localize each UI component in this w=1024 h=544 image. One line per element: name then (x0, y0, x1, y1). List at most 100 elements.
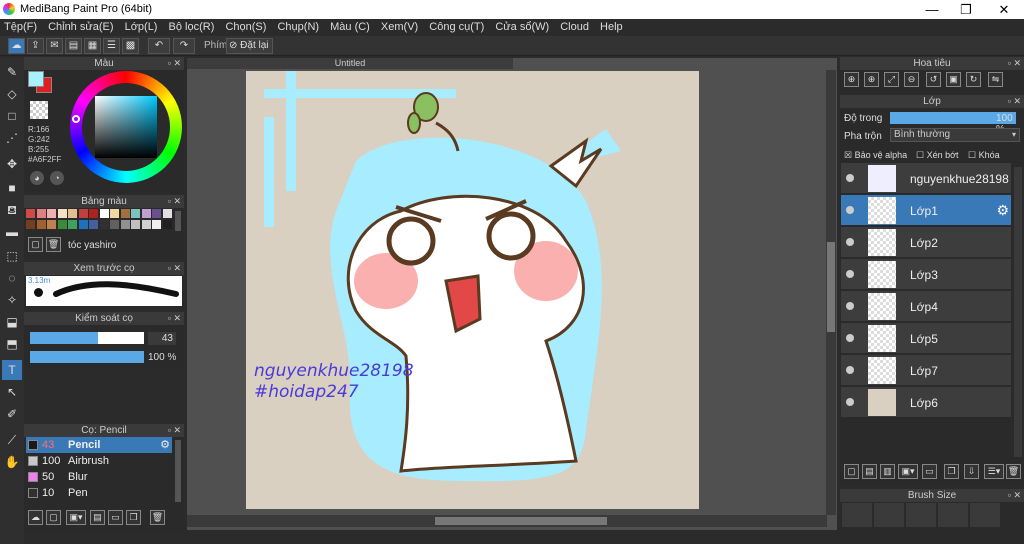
horizontal-scroll-thumb[interactable] (435, 517, 607, 525)
palette-swatch[interactable] (68, 209, 77, 218)
fill-rect-icon[interactable]: ■ (2, 178, 22, 198)
rotate-left-icon[interactable]: ↺ (926, 72, 941, 87)
palette-swatch[interactable] (99, 220, 109, 229)
delete-palette-icon[interactable]: 🗑 (46, 237, 61, 252)
palette-swatch[interactable] (89, 209, 98, 218)
hue-ring[interactable] (70, 71, 182, 183)
move-tool-icon[interactable]: ✥ (2, 154, 22, 174)
gear-icon[interactable]: ⚙ (160, 438, 170, 451)
document-tab[interactable]: Untitled (187, 58, 513, 69)
layer-row[interactable]: Lớp5 (841, 323, 1011, 354)
visibility-icon[interactable] (846, 174, 854, 182)
reset-button[interactable]: ⊘ Đặt lại (226, 38, 273, 54)
delete-layer-icon[interactable]: 🗑 (1006, 464, 1021, 479)
brush-item-pen[interactable]: 10 Pen (26, 485, 172, 501)
brush-size-preset[interactable] (970, 503, 1000, 527)
layer-row[interactable]: Lớp4 (841, 291, 1011, 322)
panel-close-icon[interactable]: ▫ ✕ (168, 424, 181, 437)
protect-alpha-checkbox[interactable]: ☒ Bảo vệ alpha (844, 150, 907, 161)
menu-file[interactable]: Tệp(F) (0, 19, 41, 35)
panel-close-icon[interactable]: ▫ ✕ (168, 57, 181, 70)
layer-menu-icon[interactable]: ☰▾ (984, 464, 1004, 479)
zoom-out-icon[interactable]: ⊖ (904, 72, 919, 87)
menu-tools[interactable]: Công cụ(T) (425, 19, 488, 35)
palette-swatch[interactable] (36, 209, 46, 218)
color-mode-icon[interactable]: ◔ (50, 171, 64, 185)
hand-icon[interactable]: ✋ (2, 452, 22, 472)
delete-brush-icon[interactable]: 🗑 (150, 510, 165, 525)
brush-settings-icon[interactable]: ▤ (90, 510, 105, 525)
eraser-tool-icon[interactable]: ◇ (2, 84, 22, 104)
palette-swatch[interactable] (152, 220, 161, 229)
brush-item-airbrush[interactable]: 100 Airbrush (26, 453, 172, 469)
visibility-icon[interactable] (846, 206, 854, 214)
panel-close-icon[interactable]: ▫ ✕ (168, 195, 181, 208)
visibility-icon[interactable] (846, 366, 854, 374)
palette-swatch[interactable] (78, 220, 88, 229)
transparent-swatch[interactable] (30, 101, 48, 119)
brush-size-preset[interactable] (906, 503, 936, 527)
add-layer-menu-icon[interactable]: ▣▾ (898, 464, 918, 479)
menu-color[interactable]: Màu (C) (326, 19, 374, 35)
foreground-color-swatch[interactable] (28, 71, 44, 87)
rect-tool-icon[interactable]: □ (2, 106, 22, 126)
palette-swatch[interactable] (152, 209, 161, 218)
menu-window[interactable]: Cửa sổ(W) (491, 19, 553, 35)
palette-swatch[interactable] (131, 220, 140, 229)
menu-layer[interactable]: Lớp(L) (121, 19, 162, 35)
palette-swatch[interactable] (57, 220, 67, 229)
grid-icon[interactable]: ▩ (122, 38, 139, 54)
rotate-right-icon[interactable]: ↻ (966, 72, 981, 87)
visibility-icon[interactable] (846, 334, 854, 342)
brush-size-preset[interactable] (938, 503, 968, 527)
new-palette-icon[interactable]: ▢ (28, 237, 43, 252)
layer-row[interactable]: Lớp3 (841, 259, 1011, 290)
clipping-checkbox[interactable]: ☐ Xén bớt (916, 150, 959, 161)
copy-brush-icon[interactable]: ❐ (126, 510, 141, 525)
palette-swatch[interactable] (89, 220, 98, 229)
saturation-square[interactable] (95, 96, 157, 158)
brush-size-slider[interactable] (30, 332, 144, 344)
add-brush-icon[interactable]: ▣▾ (66, 510, 86, 525)
comment-icon[interactable]: ✉ (46, 38, 63, 54)
brush-size-value[interactable]: 43 (148, 332, 176, 345)
new-brush-icon[interactable]: ▢ (46, 510, 61, 525)
layer-folder-icon[interactable]: ▭ (922, 464, 937, 479)
list-icon[interactable]: ☰ (103, 38, 120, 54)
palette-swatch[interactable] (141, 220, 151, 229)
palette-swatch[interactable] (162, 220, 172, 229)
layer-row[interactable]: Lớp2 (841, 227, 1011, 258)
visibility-icon[interactable] (846, 270, 854, 278)
brush-size-preset[interactable] (842, 503, 872, 527)
canvas-vertical-scrollbar[interactable] (826, 70, 836, 515)
duplicate-layer-icon[interactable]: ❐ (944, 464, 959, 479)
minimize-button[interactable]: — (914, 0, 950, 19)
select-eraser-icon[interactable]: ⬒ (2, 334, 22, 354)
canvas-horizontal-scrollbar[interactable] (187, 515, 827, 527)
hue-marker[interactable] (72, 115, 80, 123)
panel-close-icon[interactable]: ▫ ✕ (1008, 57, 1021, 70)
brush-size-preset[interactable] (874, 503, 904, 527)
visibility-icon[interactable] (846, 302, 854, 310)
dot-tool-icon[interactable]: ⋰ (2, 128, 22, 148)
palette-swatch[interactable] (162, 209, 172, 218)
undo-icon[interactable]: ↶ (148, 38, 170, 54)
gradient-icon[interactable]: ▬ (2, 222, 22, 242)
palette-swatch[interactable] (47, 220, 56, 229)
gear-icon[interactable]: ⚙ (996, 202, 1009, 219)
cloud-brush-icon[interactable]: ☁ (28, 510, 43, 525)
palette-swatch[interactable] (26, 209, 35, 218)
layer-row-selected[interactable]: Lớp1 ⚙ (841, 195, 1011, 226)
zoom-in-icon[interactable]: ⊕ (844, 72, 859, 87)
new-8bit-layer-icon[interactable]: ▥ (880, 464, 895, 479)
image-icon[interactable]: ▤ (65, 38, 82, 54)
layer-list-scrollbar[interactable] (1014, 167, 1022, 457)
visibility-icon[interactable] (846, 238, 854, 246)
lock-checkbox[interactable]: ☐ Khóa (968, 150, 1000, 161)
bucket-icon[interactable]: ⛾ (2, 200, 22, 220)
fit-icon[interactable]: ⤢ (884, 72, 899, 87)
panel-close-icon[interactable]: ▫ ✕ (168, 262, 181, 275)
palette-swatch[interactable] (131, 209, 140, 218)
palette-swatch[interactable] (120, 209, 130, 218)
palette-swatch[interactable] (36, 220, 46, 229)
